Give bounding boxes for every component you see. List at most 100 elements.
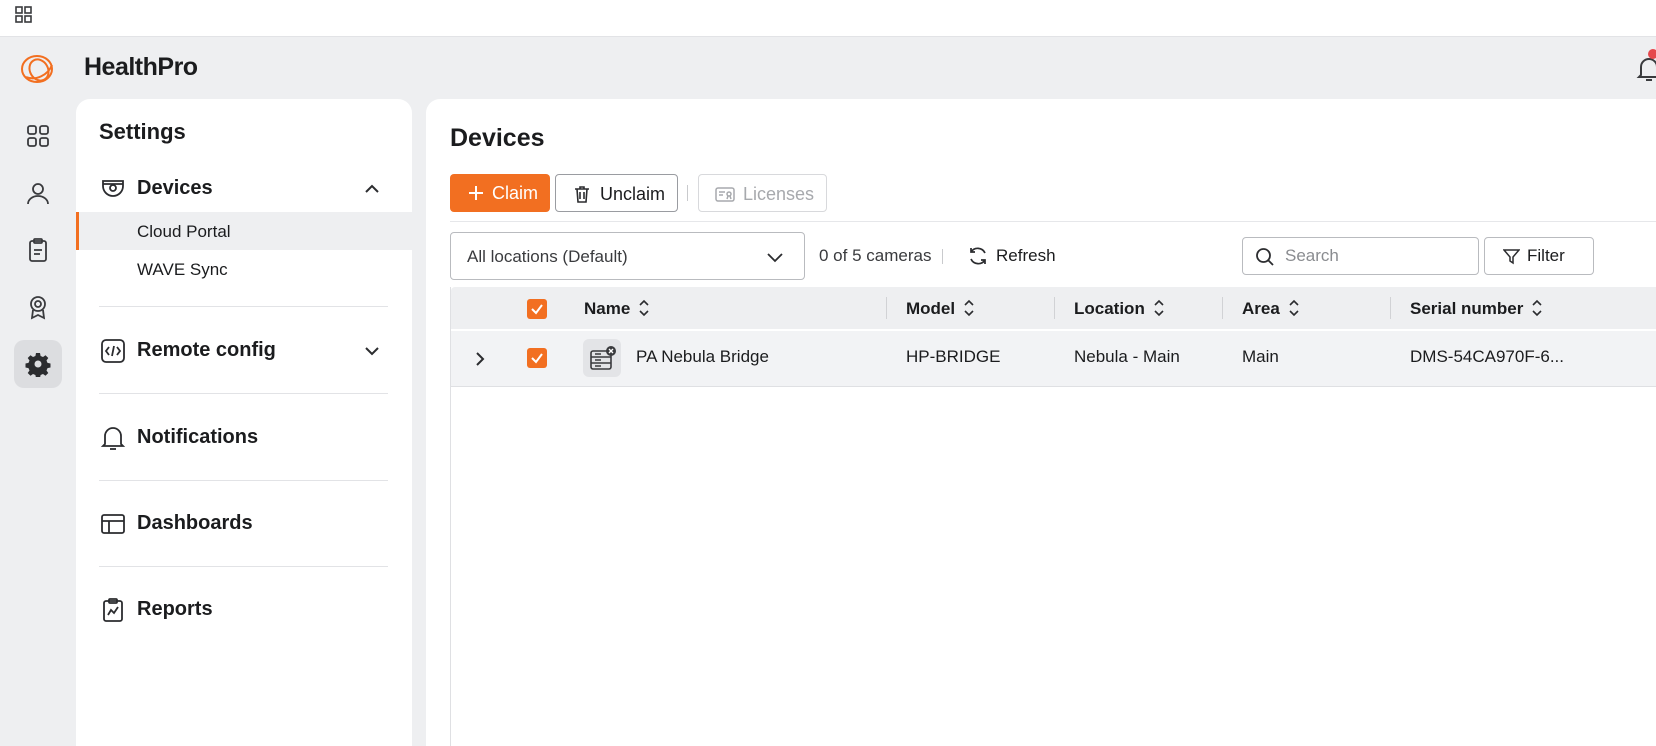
bridge-offline-icon	[590, 346, 616, 370]
checkmark-icon	[531, 353, 543, 364]
rail-users[interactable]	[14, 169, 62, 217]
rail-dashboard[interactable]	[14, 112, 62, 160]
rail-settings[interactable]	[14, 340, 62, 388]
settings-panel: Settings Devices Cloud Portal WAVE Sync …	[76, 99, 412, 746]
notifications-label: Notifications	[137, 426, 259, 448]
app-name: HealthPro	[84, 53, 198, 81]
notification-badge	[1648, 49, 1656, 59]
claim-label: Claim	[492, 183, 539, 203]
dashboard-grid-icon	[27, 125, 49, 147]
row-checkbox[interactable]	[527, 348, 547, 368]
devices-label: Devices	[137, 177, 213, 199]
model-header-label: Model	[906, 299, 956, 318]
claim-button[interactable]: Claim	[450, 174, 550, 212]
table-header: Name Model Location Area Serial number	[451, 287, 1656, 329]
rail-clipboard[interactable]	[14, 226, 62, 274]
column-divider	[886, 297, 887, 319]
dashboard-layout-icon	[101, 514, 125, 534]
sort-icon	[1289, 299, 1299, 317]
page-title: Devices	[450, 124, 545, 152]
gear-icon	[25, 353, 51, 377]
chevron-right-icon[interactable]	[470, 349, 490, 369]
search-icon	[1256, 248, 1274, 266]
refresh-icon	[970, 247, 986, 265]
settings-title: Settings	[99, 119, 186, 144]
cell-model: HP-BRIDGE	[906, 347, 1001, 366]
settings-section-remote-config[interactable]: Remote config	[76, 330, 412, 370]
dashboards-label: Dashboards	[137, 512, 253, 534]
bell-icon	[100, 427, 126, 450]
settings-section-reports[interactable]: Reports	[76, 589, 412, 629]
wave-sync-label: WAVE Sync	[137, 260, 228, 279]
filter-button[interactable]: Filter	[1484, 237, 1594, 275]
refresh-label: Refresh	[996, 246, 1056, 265]
devices-table: Name Model Location Area Serial number P…	[450, 287, 1656, 746]
divider	[99, 306, 388, 307]
user-icon	[27, 183, 49, 205]
column-header-location[interactable]: Location	[1074, 299, 1165, 319]
camera-icon	[102, 180, 124, 197]
devices-panel: Devices Claim Unclaim Licenses All locat…	[426, 99, 1656, 746]
divider	[450, 221, 1656, 222]
sort-icon	[1154, 299, 1164, 317]
chevron-down-icon	[767, 253, 783, 263]
search-box[interactable]	[1242, 237, 1479, 275]
divider	[942, 249, 943, 264]
select-all-checkbox[interactable]	[527, 299, 547, 319]
divider	[99, 480, 388, 481]
settings-section-dashboards[interactable]: Dashboards	[76, 503, 412, 543]
plus-icon	[469, 186, 483, 200]
brand-logo-icon[interactable]	[18, 51, 56, 87]
serial-header-label: Serial number	[1410, 299, 1524, 318]
name-header-label: Name	[584, 299, 631, 318]
location-select-value: All locations (Default)	[467, 247, 628, 266]
column-header-name[interactable]: Name	[584, 299, 650, 319]
checkmark-icon	[531, 304, 543, 315]
sort-icon	[1532, 299, 1542, 317]
column-divider	[1222, 297, 1223, 319]
cloud-portal-label: Cloud Portal	[137, 222, 231, 241]
location-select[interactable]: All locations (Default)	[450, 232, 805, 280]
settings-section-notifications[interactable]: Notifications	[76, 417, 412, 457]
top-bar	[0, 0, 1656, 37]
chevron-down-icon[interactable]	[362, 341, 382, 361]
sort-icon	[639, 299, 649, 317]
device-type-icon	[583, 339, 621, 377]
code-icon	[101, 339, 125, 363]
award-icon	[30, 296, 46, 320]
unclaim-button[interactable]: Unclaim	[555, 174, 678, 212]
settings-item-wave-sync[interactable]: WAVE Sync	[76, 250, 412, 288]
camera-count: 0 of 5 cameras	[819, 246, 932, 265]
licenses-label: Licenses	[743, 184, 815, 204]
apps-grid-icon[interactable]	[14, 4, 34, 24]
divider	[99, 393, 388, 394]
license-icon	[715, 187, 735, 202]
divider	[99, 566, 388, 567]
trash-icon	[575, 186, 589, 203]
cell-location: Nebula - Main	[1074, 347, 1180, 366]
remote-config-label: Remote config	[137, 339, 276, 361]
settings-item-cloud-portal[interactable]: Cloud Portal	[76, 212, 412, 250]
table-row[interactable]: PA Nebula Bridge HP-BRIDGE Nebula - Main…	[451, 331, 1656, 387]
filter-icon	[1503, 249, 1520, 265]
chevron-up-icon[interactable]	[362, 179, 382, 199]
column-header-area[interactable]: Area	[1242, 299, 1300, 319]
filter-label: Filter	[1527, 246, 1565, 265]
cell-name[interactable]: PA Nebula Bridge	[636, 347, 769, 367]
unclaim-label: Unclaim	[600, 184, 666, 204]
reports-label: Reports	[137, 598, 213, 620]
search-input[interactable]	[1285, 245, 1470, 267]
column-divider	[1390, 297, 1391, 319]
cell-serial: DMS-54CA970F-6...	[1410, 347, 1564, 366]
column-header-model[interactable]: Model	[906, 299, 975, 319]
settings-section-devices[interactable]: Devices	[76, 168, 412, 208]
area-header-label: Area	[1242, 299, 1280, 318]
app-header: HealthPro	[0, 37, 1656, 99]
notifications-bell-icon[interactable]	[1636, 55, 1656, 83]
rail-awards[interactable]	[14, 283, 62, 331]
clipboard-icon	[29, 238, 47, 262]
sort-icon	[964, 299, 974, 317]
licenses-button[interactable]: Licenses	[698, 174, 827, 212]
report-chart-icon	[103, 598, 123, 622]
column-header-serial[interactable]: Serial number	[1410, 299, 1543, 319]
